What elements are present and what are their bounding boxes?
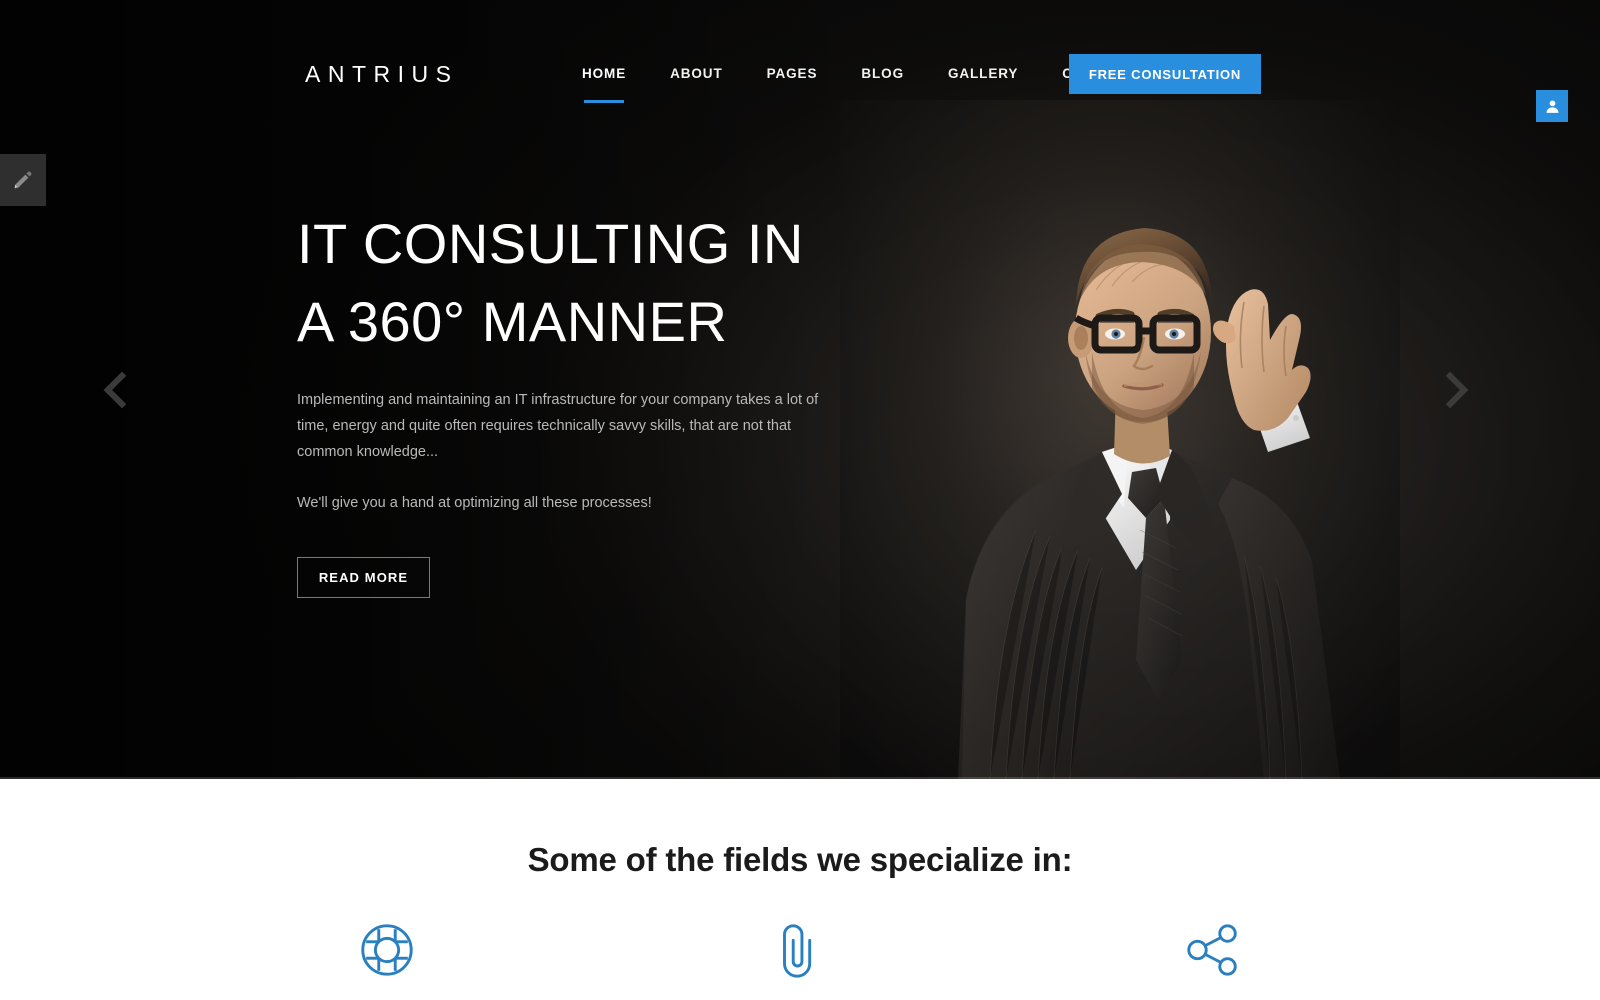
nav-item-home[interactable]: HOME: [560, 64, 648, 103]
hero-subtext: We'll give you a hand at optimizing all …: [297, 495, 652, 511]
hero-photo: [840, 100, 1400, 779]
nav-active-underline: [584, 100, 625, 103]
free-consultation-button[interactable]: FREE CONSULTATION: [1069, 54, 1261, 94]
share-network-icon: [1187, 924, 1238, 976]
lifebuoy-icon: [360, 924, 413, 976]
nav-item-pages[interactable]: PAGES: [745, 64, 840, 84]
chevron-left-icon: [103, 371, 141, 409]
pencil-icon: [14, 171, 32, 189]
specialize-section: Some of the fields we specialize in:: [0, 779, 1600, 1000]
feature-item-attachment[interactable]: [593, 919, 1006, 981]
user-icon: [1546, 99, 1558, 113]
chevron-right-icon: [1431, 371, 1469, 409]
nav-item-gallery[interactable]: GALLERY: [926, 64, 1040, 84]
site-header: ANTRIUS HOME ABOUT PAGES BLOG GALLERY CO…: [0, 0, 1600, 130]
feature-icon-row: [180, 919, 1420, 981]
paperclip-icon: [783, 924, 812, 978]
slider-prev-button[interactable]: [92, 360, 152, 420]
specialize-title: Some of the fields we specialize in:: [527, 841, 1073, 878]
feature-item-support[interactable]: [180, 919, 593, 981]
hero-title: IT CONSULTING IN A 360° MANNER: [297, 212, 804, 353]
read-more-button[interactable]: READ MORE: [297, 557, 430, 598]
edit-page-tab[interactable]: [0, 154, 46, 206]
hero-content: IT CONSULTING IN A 360° MANNER Implement…: [297, 205, 897, 598]
account-tab[interactable]: [1536, 90, 1568, 122]
feature-item-share[interactable]: [1007, 919, 1420, 981]
nav-item-label: HOME: [582, 66, 627, 81]
nav-item-about[interactable]: ABOUT: [648, 64, 745, 84]
nav-item-blog[interactable]: BLOG: [839, 64, 926, 84]
hero-description: Implementing and maintaining an IT infra…: [297, 392, 819, 460]
slider-next-button[interactable]: [1420, 360, 1480, 420]
page-root: IT CONSULTING IN A 360° MANNER Implement…: [0, 0, 1600, 1000]
site-logo[interactable]: ANTRIUS: [305, 59, 458, 89]
